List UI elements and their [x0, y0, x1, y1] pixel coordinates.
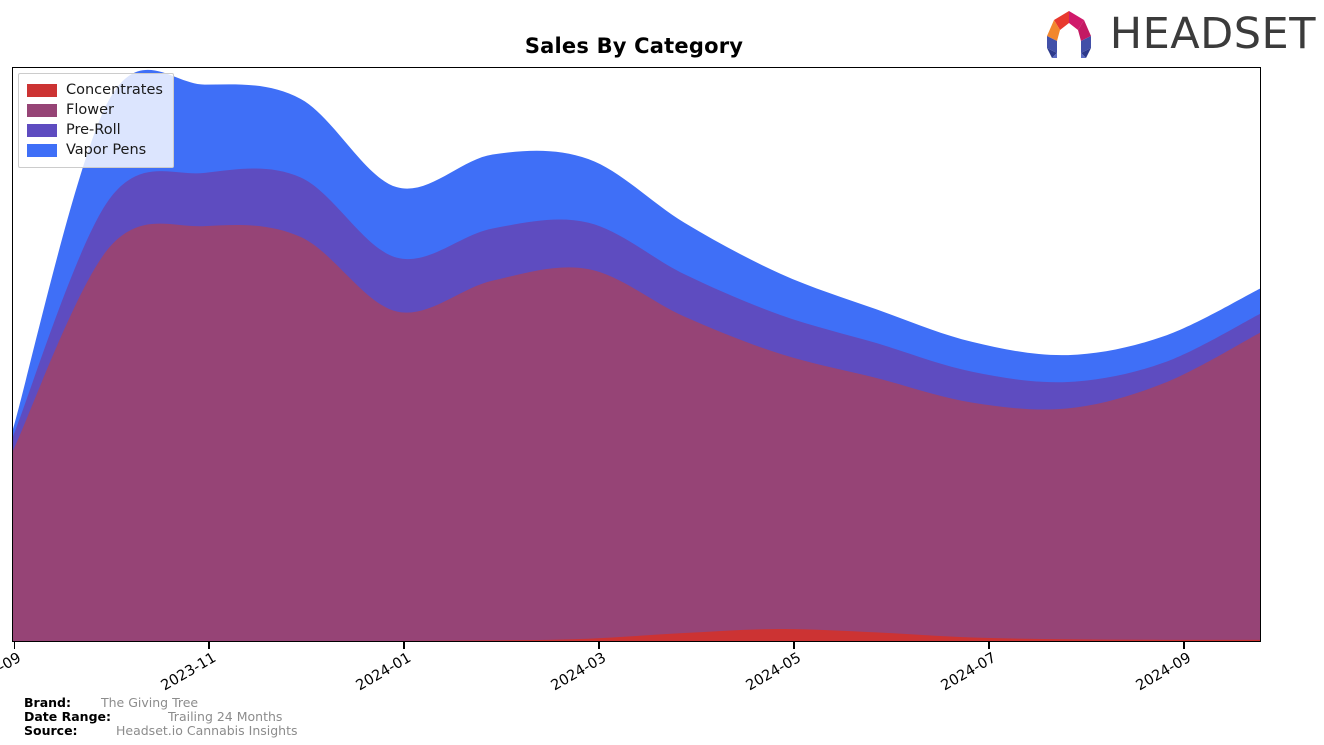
legend-item: Vapor Pens: [27, 141, 163, 160]
meta-value-brand: The Giving Tree: [101, 695, 199, 710]
chart-legend: Concentrates Flower Pre-Roll Vapor Pens: [18, 73, 174, 168]
legend-item: Pre-Roll: [27, 121, 163, 140]
meta-row-brand: Brand: The Giving Tree: [0, 696, 1324, 710]
legend-label-concentrates: Concentrates: [66, 82, 163, 99]
meta-row-date-range: Date Range: Trailing 24 Months: [0, 710, 1324, 724]
x-axis-tick: [403, 642, 405, 649]
plot-area: Concentrates Flower Pre-Roll Vapor Pens: [12, 67, 1261, 642]
area-layers: [13, 69, 1260, 641]
x-axis-label: 2024-09: [1133, 650, 1194, 695]
x-axis-label: 2023-09: [0, 650, 25, 695]
legend-swatch-vaporpens: [27, 144, 57, 157]
x-axis-label: 2024-03: [548, 650, 610, 695]
x-axis-label: 2024-05: [743, 650, 804, 695]
brand-logo: HEADSET: [1038, 8, 1316, 60]
legend-item: Flower: [27, 101, 163, 120]
legend-swatch-concentrates: [27, 84, 57, 97]
meta-label-source: Source:: [24, 723, 78, 738]
x-axis-tick: [208, 642, 210, 649]
meta-label-brand: Brand:: [24, 695, 71, 710]
x-axis-tick: [598, 642, 600, 649]
legend-item: Concentrates: [27, 81, 163, 100]
x-axis-label: 2024-01: [353, 650, 415, 695]
meta-value-date-range: Trailing 24 Months: [168, 709, 283, 724]
legend-label-vaporpens: Vapor Pens: [66, 142, 147, 159]
legend-swatch-preroll: [27, 124, 57, 137]
x-axis-tick: [13, 642, 15, 649]
meta-value-source: Headset.io Cannabis Insights: [116, 723, 298, 738]
stacked-area-chart: [13, 69, 1260, 641]
brand-wordmark: HEADSET: [1109, 8, 1316, 59]
x-axis-label: 2023-11: [158, 650, 220, 695]
x-axis-tick: [1183, 642, 1185, 649]
x-axis-label: 2024-07: [938, 650, 999, 695]
chart-page: Sales By Category HEADSET Concentrates F…: [0, 0, 1324, 745]
x-axis: 2023-09 2023-11 2024-01 2024-03 2024-05 2024-…: [0, 642, 1324, 702]
legend-swatch-flower: [27, 104, 57, 117]
legend-label-preroll: Pre-Roll: [66, 122, 121, 139]
headset-hexagon-logo-icon: [1046, 11, 1091, 58]
x-axis-tick: [793, 642, 795, 649]
x-axis-tick: [988, 642, 990, 649]
legend-label-flower: Flower: [66, 102, 114, 119]
meta-row-source: Source: Headset.io Cannabis Insights: [0, 724, 1324, 738]
footer-metadata: Brand: The Giving Tree Date Range: Trail…: [0, 696, 1324, 738]
meta-label-date-range: Date Range:: [24, 709, 111, 724]
